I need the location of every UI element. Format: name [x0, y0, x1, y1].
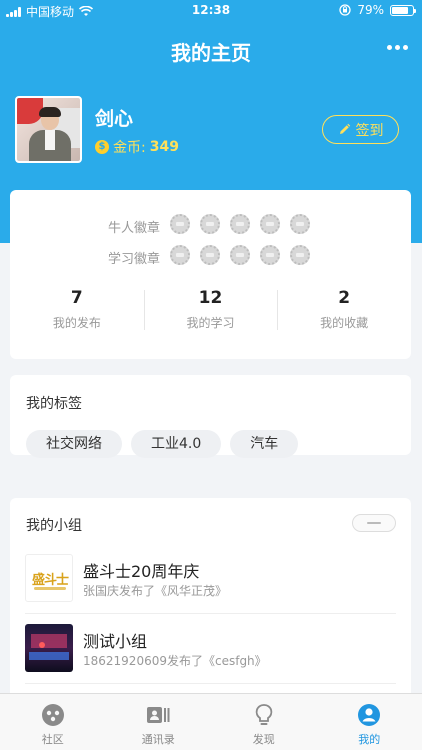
group-activity: 张国庆发布了《风华正茂》 [83, 584, 228, 598]
coins-label: 金币: [113, 140, 146, 156]
badge-icon[interactable] [200, 214, 220, 234]
study-badge-label: 学习徽章 [108, 252, 161, 267]
tag-chip[interactable]: 工业4.0 [131, 430, 222, 458]
stat-number: 12 [198, 288, 223, 308]
tags-card: 我的标签 社交网络 工业4.0 汽车 [10, 375, 411, 458]
group-activity: 18621920609发布了《cesfgh》 [83, 654, 267, 668]
groups-title: 我的小组 [26, 518, 82, 534]
coins-display: $ 金币: 349 [95, 137, 179, 157]
tab-label: 我的 [358, 733, 381, 746]
tags-title: 我的标签 [26, 396, 82, 412]
stats-card: 牛人徽章 学习徽章 7 我的发布 12 我的学习 2 我的收藏 [10, 190, 411, 359]
pencil-icon [339, 123, 350, 134]
stat-label: 我的发布 [52, 316, 101, 330]
list-item[interactable]: 盛斗士 盛斗士20周年庆 张国庆发布了《风华正茂》 [10, 550, 411, 614]
badge-icon[interactable] [260, 245, 280, 265]
bulb-icon [255, 704, 272, 725]
divider [25, 683, 396, 684]
badge-icon[interactable] [200, 245, 220, 265]
battery-percent: 79% [357, 3, 384, 17]
badge-icon[interactable] [230, 245, 250, 265]
stat-label: 我的学习 [186, 316, 235, 330]
coins-value: 349 [149, 139, 179, 155]
stat-my-favorites[interactable]: 2 我的收藏 [277, 288, 411, 334]
tab-contacts[interactable]: 通讯录 [106, 694, 212, 750]
tab-label: 发现 [252, 733, 275, 746]
user-name: 剑心 [95, 108, 134, 130]
tab-discover[interactable]: 发现 [211, 694, 317, 750]
avatar[interactable] [15, 96, 82, 163]
stats-row: 7 我的发布 12 我的学习 2 我的收藏 [10, 288, 411, 334]
divider [25, 613, 396, 614]
badge-icon[interactable] [170, 214, 190, 234]
list-item[interactable]: 测试小组 18621920609发布了《cesfgh》 [10, 620, 411, 684]
contacts-icon [147, 707, 170, 723]
stat-number: 2 [338, 288, 351, 308]
status-bar: 中国移动 12:38 79% [0, 0, 422, 22]
more-menu-icon[interactable] [387, 45, 408, 50]
badge-icon[interactable] [260, 214, 280, 234]
stat-number: 7 [70, 288, 83, 308]
study-badge-row: 学习徽章 [10, 245, 411, 267]
badge-icon[interactable] [290, 214, 310, 234]
tab-label: 通讯录 [141, 733, 175, 746]
groups-toggle[interactable] [352, 514, 396, 532]
expert-badge-label: 牛人徽章 [108, 221, 161, 236]
badge-icon[interactable] [230, 214, 250, 234]
orientation-lock-icon [339, 4, 351, 16]
expert-badge-row: 牛人徽章 [10, 214, 411, 236]
user-icon [358, 704, 381, 726]
stat-my-learning[interactable]: 12 我的学习 [143, 288, 278, 334]
tab-label: 社区 [41, 733, 64, 746]
battery-icon [390, 4, 416, 16]
stat-my-posts[interactable]: 7 我的发布 [10, 288, 144, 334]
tag-chip[interactable]: 汽车 [230, 430, 299, 458]
signin-label: 签到 [355, 122, 384, 139]
tab-community[interactable]: 社区 [0, 694, 106, 750]
stat-label: 我的收藏 [320, 316, 369, 330]
group-name: 测试小组 [83, 632, 148, 651]
tag-chip[interactable]: 社交网络 [26, 430, 122, 458]
signin-button[interactable]: 签到 [322, 115, 399, 144]
group-thumbnail [25, 624, 73, 672]
badge-icon[interactable] [290, 245, 310, 265]
tab-mine[interactable]: 我的 [317, 694, 422, 750]
groups-card: 我的小组 盛斗士 盛斗士20周年庆 张国庆发布了《风华正茂》 测试小组 1862… [10, 498, 411, 698]
coin-icon: $ [95, 140, 109, 154]
group-thumbnail: 盛斗士 [25, 554, 73, 602]
tab-bar: 社区 通讯录 发现 我的 [0, 693, 422, 750]
group-name: 盛斗士20周年庆 [83, 562, 200, 581]
badge-icon[interactable] [170, 245, 190, 265]
community-icon [41, 704, 64, 726]
page-title: 我的主页 [171, 41, 251, 65]
